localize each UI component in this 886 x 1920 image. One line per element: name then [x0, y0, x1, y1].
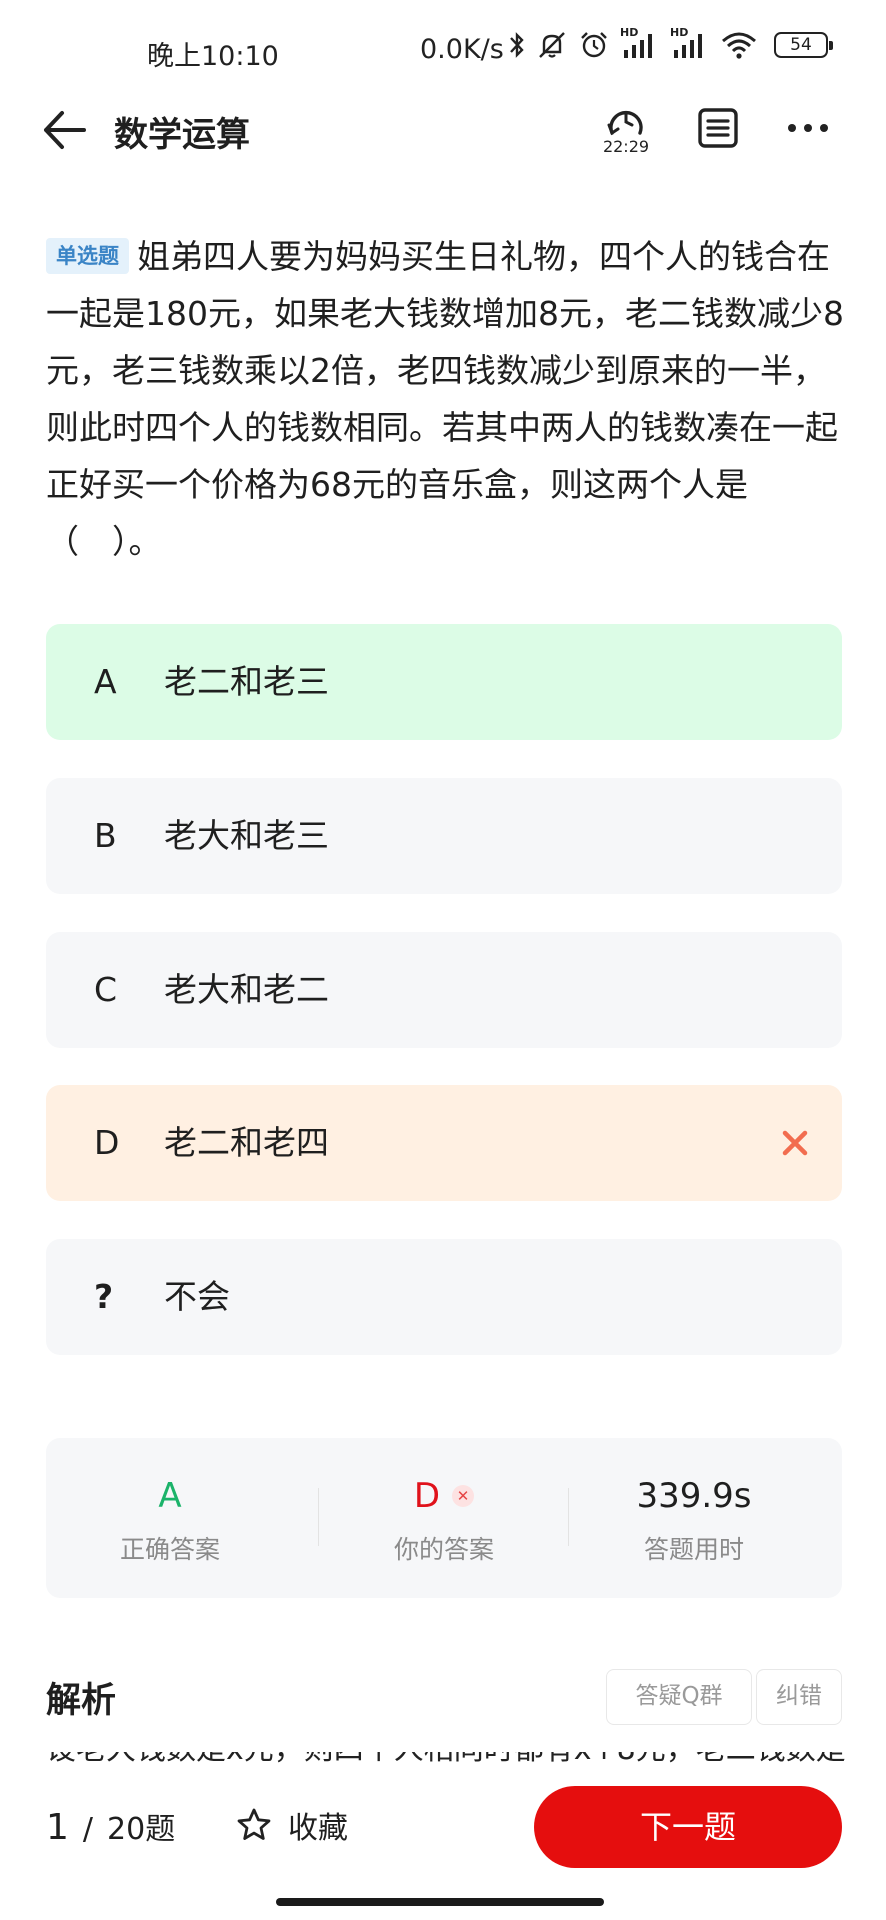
option-letter: B	[94, 816, 117, 855]
alarm-icon	[578, 30, 610, 60]
option-letter: D	[94, 1123, 120, 1162]
wrong-badge-icon: ✕	[452, 1485, 475, 1507]
option-a[interactable]: A 老二和老三	[46, 624, 842, 740]
option-letter: C	[94, 970, 118, 1009]
signal-icon: HD	[620, 26, 660, 60]
network-speed: 0.0K/s	[420, 34, 504, 65]
option-b[interactable]: B 老大和老三	[46, 778, 842, 894]
option-label: 不会	[164, 1277, 230, 1316]
question-text: 姐弟四人要为妈妈买生日礼物，四个人的钱合在一起是180元，如果老大钱数增加8元，…	[46, 237, 844, 561]
option-c[interactable]: C 老大和老二	[46, 932, 842, 1048]
option-label: 老大和老三	[164, 816, 329, 855]
correct-answer-value: A	[158, 1476, 182, 1516]
answer-sheet-icon[interactable]	[697, 107, 739, 149]
clock-history-icon	[607, 110, 643, 136]
home-indicator[interactable]	[276, 1898, 604, 1906]
correct-answer-block: A 正确答案	[46, 1438, 294, 1598]
signal-icon: HD	[670, 26, 710, 60]
status-bar: 晚上10:10 0.0K/s HD HD 54	[0, 0, 886, 100]
back-arrow-icon[interactable]	[40, 105, 90, 155]
your-answer-label: 你的答案	[393, 1535, 494, 1564]
report-error-button[interactable]: 纠错	[756, 1669, 842, 1725]
your-answer-row: D ✕	[320, 1476, 568, 1516]
option-letter: A	[94, 662, 117, 701]
timer-value: 22:29	[602, 137, 650, 156]
page-title: 数学运算	[114, 115, 250, 155]
time-used-value: 339.9s	[636, 1476, 752, 1516]
option-d[interactable]: D 老二和老四	[46, 1085, 842, 1201]
hd-badge: HD	[670, 26, 689, 39]
pager-slash: /	[82, 1812, 94, 1847]
question-stem: 单选题 姐弟四人要为妈妈买生日礼物，四个人的钱合在一起是180元，如果老大钱数增加…	[46, 228, 846, 570]
current-question-number: 1	[46, 1807, 69, 1848]
question-pager: 1 / 20题	[46, 1804, 175, 1848]
bottom-bar: 1 / 20题 收藏 下一题	[0, 1764, 886, 1920]
wrong-x-icon	[782, 1130, 808, 1156]
option-unknown[interactable]: ? 不会	[46, 1239, 842, 1355]
your-answer-value: D	[413, 1476, 441, 1516]
mute-icon	[536, 30, 568, 60]
total-questions: 20题	[107, 1812, 176, 1847]
more-dots-icon[interactable]	[786, 113, 830, 143]
correct-answer-label: 正确答案	[119, 1535, 220, 1564]
next-question-button[interactable]: 下一题	[534, 1786, 842, 1868]
option-label: 老二和老四	[164, 1123, 329, 1162]
option-label: 老二和老三	[164, 662, 329, 701]
hd-badge: HD	[620, 26, 639, 39]
option-label: 老大和老二	[164, 970, 329, 1009]
your-answer-block: D ✕ 你的答案	[320, 1438, 568, 1598]
star-icon	[237, 1808, 271, 1840]
divider	[568, 1488, 569, 1546]
question-type-tag: 单选题	[46, 238, 129, 274]
status-time: 晚上10:10	[147, 41, 279, 72]
favorite-label: 收藏	[288, 1811, 348, 1846]
divider	[318, 1488, 319, 1546]
analysis-title: 解析	[46, 1681, 117, 1721]
option-letter: ?	[94, 1277, 114, 1316]
bluetooth-icon	[508, 30, 526, 60]
wifi-icon	[720, 30, 758, 60]
time-used-block: 339.9s 答题用时	[570, 1438, 818, 1598]
favorite-button[interactable]: 收藏	[236, 1800, 348, 1850]
status-icons: HD HD 54	[508, 26, 833, 60]
timer-button[interactable]: 22:29	[596, 103, 656, 165]
top-header: 数学运算 22:29	[0, 95, 886, 185]
time-used-label: 答题用时	[643, 1535, 744, 1564]
qq-group-button[interactable]: 答疑Q群	[606, 1669, 752, 1725]
result-summary-card: A 正确答案 D ✕ 你的答案 339.9s 答题用时	[46, 1438, 842, 1598]
battery-icon: 54	[774, 32, 833, 58]
